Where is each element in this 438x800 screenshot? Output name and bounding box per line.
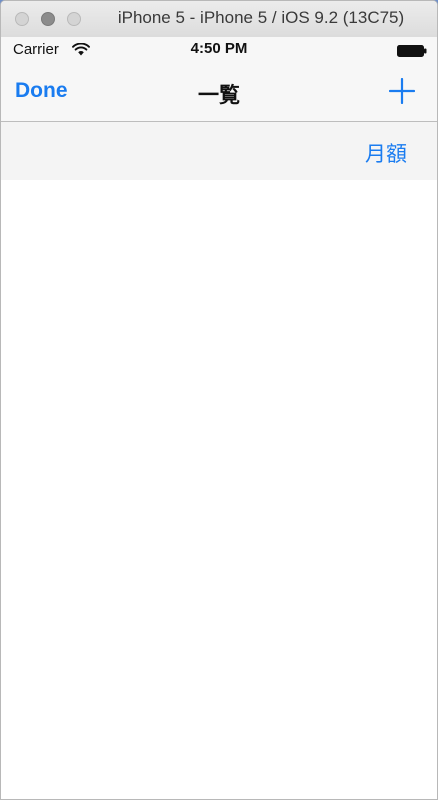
zoom-window-button[interactable] (67, 12, 81, 26)
window-title: iPhone 5 - iPhone 5 / iOS 9.2 (13C75) (117, 8, 405, 27)
nav-title: 一覧 (198, 84, 240, 107)
battery-icon (397, 44, 427, 62)
window-title-bar[interactable]: iPhone 5 - iPhone 5 / iOS 9.2 (13C75) (1, 1, 437, 38)
list-content[interactable] (1, 180, 437, 799)
plus-icon (388, 77, 416, 105)
status-bar: Carrier 4:50 PM (1, 37, 437, 61)
add-button[interactable] (388, 77, 416, 105)
list-header-row: 月額 (1, 122, 437, 180)
status-time: 4:50 PM (190, 40, 248, 57)
simulator-window: iPhone 5 - iPhone 5 / iOS 9.2 (13C75) Ca… (0, 0, 438, 800)
minimize-window-button[interactable] (41, 12, 55, 26)
navigation-bar: Done 一覧 (1, 61, 437, 122)
close-window-button[interactable] (15, 12, 29, 26)
monthly-amount-button[interactable]: 月額 (365, 138, 407, 168)
